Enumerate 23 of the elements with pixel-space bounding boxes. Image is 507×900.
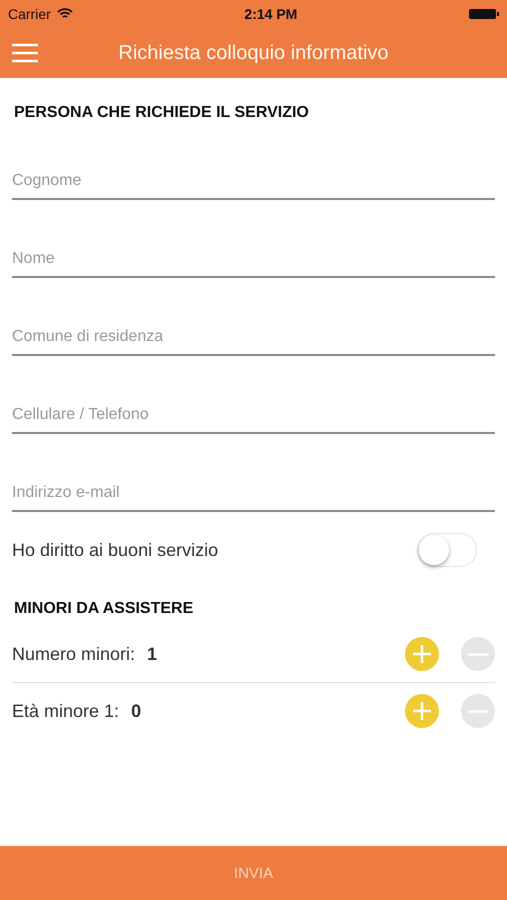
wifi-icon [56,8,73,20]
toggle-switch[interactable] [417,533,477,567]
plus-icon [411,643,433,665]
text-input-field[interactable]: Indirizzo e-mail [12,476,495,512]
screen-title: Richiesta colloquio informativo [118,42,389,64]
text-input-field[interactable]: Comune di residenza [12,320,495,356]
stepper-label: Numero minori: [12,644,136,664]
menu-button[interactable] [10,41,40,65]
add-button[interactable] [405,637,439,671]
add-button[interactable] [405,694,439,728]
section-heading: PERSONA CHE RICHIEDE IL SERVIZIO [13,104,310,122]
text-input-field[interactable]: Cognome [12,164,495,200]
battery-icon [468,8,499,20]
toggle-label: Ho diritto ai buoni servizio [12,540,218,560]
stepper-value: 0 [131,700,142,722]
carrier-label: Carrier [8,6,51,22]
text-input-field[interactable]: Cellulare / Telefono [12,398,495,434]
clock-time: 2:14 PM [244,6,298,22]
stepper-value: 1 [147,644,158,664]
stepper-label: Età minore 1: [12,700,120,722]
section-heading: MINORI DA ASSISTERE [13,600,194,618]
text-input-field[interactable]: Nome [12,242,495,278]
plus-icon [411,700,433,722]
